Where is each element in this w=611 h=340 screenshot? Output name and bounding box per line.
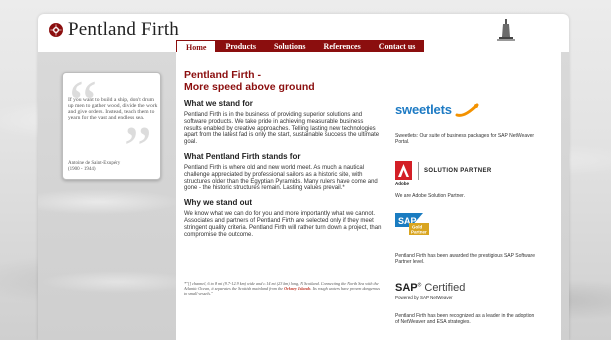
lighthouse-icon <box>497 19 515 41</box>
section-heading: Why we stand out <box>184 198 252 208</box>
main-article: Pentland Firth - More speed above ground… <box>184 69 382 244</box>
adobe-description: We are Adobe Solution Partner. <box>395 193 465 199</box>
section-body: Pentland Firth is where old and new worl… <box>184 164 378 192</box>
quote-text: If you want to build a ship, don't drum … <box>68 97 158 121</box>
nav-products[interactable]: Products <box>216 40 265 52</box>
site-logo[interactable]: Pentland Firth <box>48 19 179 41</box>
sap-certified-wordmark: SAP® Certified <box>395 282 466 294</box>
adobe-wordmark: Adobe <box>395 181 409 186</box>
adobe-partner-logo[interactable]: Adobe SOLUTION PARTNER <box>395 161 492 186</box>
sap-gold-description: Pentland Firth has been awarded the pres… <box>395 253 535 265</box>
section-body: We know what we can do for you and more … <box>184 211 382 238</box>
nav-home[interactable]: Home <box>176 40 217 52</box>
adobe-divider <box>418 161 419 180</box>
quote-author: Antoine de Saint-Exupéry (1900 - 1944) <box>68 161 158 172</box>
sap-certified-cert: Certified <box>424 282 466 294</box>
page-title: Pentland Firth - More speed above ground <box>184 69 382 93</box>
quote-box: “ ” If you want to build a ship, don't d… <box>62 72 161 180</box>
page-title-line1: Pentland Firth - <box>184 69 261 81</box>
quote-author-years: (1900 - 1944) <box>68 166 96 172</box>
nav-solutions[interactable]: Solutions <box>265 40 315 52</box>
sap-certified-logo[interactable]: SAP® Certified Powered by SAP NetWeaver <box>395 282 465 300</box>
sap-certified-description: Pentland Firth has been recognized as a … <box>395 313 535 325</box>
page-title-line2: More speed above ground <box>184 80 315 93</box>
main-nav: Home Products Solutions References Conta… <box>176 40 425 52</box>
section-heading: What Pentland Firth stands for <box>184 151 301 161</box>
footnote: *"[] channel, 6 to 8 mi (9.7-12.9 km) wi… <box>184 281 380 296</box>
nav-references[interactable]: References <box>315 40 370 52</box>
sweetlets-description: Sweetlets: Our suite of business package… <box>395 133 535 145</box>
section-heading: What we stand for <box>184 99 253 108</box>
adobe-icon: Adobe <box>395 161 412 186</box>
sweetlets-swirl-icon <box>455 103 479 117</box>
sweetlets-logo[interactable]: sweetlets <box>395 102 479 117</box>
orkney-link[interactable]: Orkney Islands <box>284 286 310 291</box>
sap-gold-partner-logo[interactable]: SAP Gold Partner <box>395 213 429 235</box>
compass-rose-icon <box>49 23 63 37</box>
sweetlets-wordmark: sweetlets <box>395 102 452 117</box>
nav-contact[interactable]: Contact us <box>370 40 425 52</box>
sap-certified-sap: SAP <box>395 282 418 294</box>
sap-certified-sub: Powered by SAP NetWeaver <box>395 295 453 300</box>
site-name: Pentland Firth <box>68 19 179 40</box>
adobe-badge: SOLUTION PARTNER <box>424 167 492 174</box>
sap-gold-badge-line2: Partner <box>411 230 427 235</box>
section-body: Pentland Firth is in the business of pro… <box>184 112 380 146</box>
